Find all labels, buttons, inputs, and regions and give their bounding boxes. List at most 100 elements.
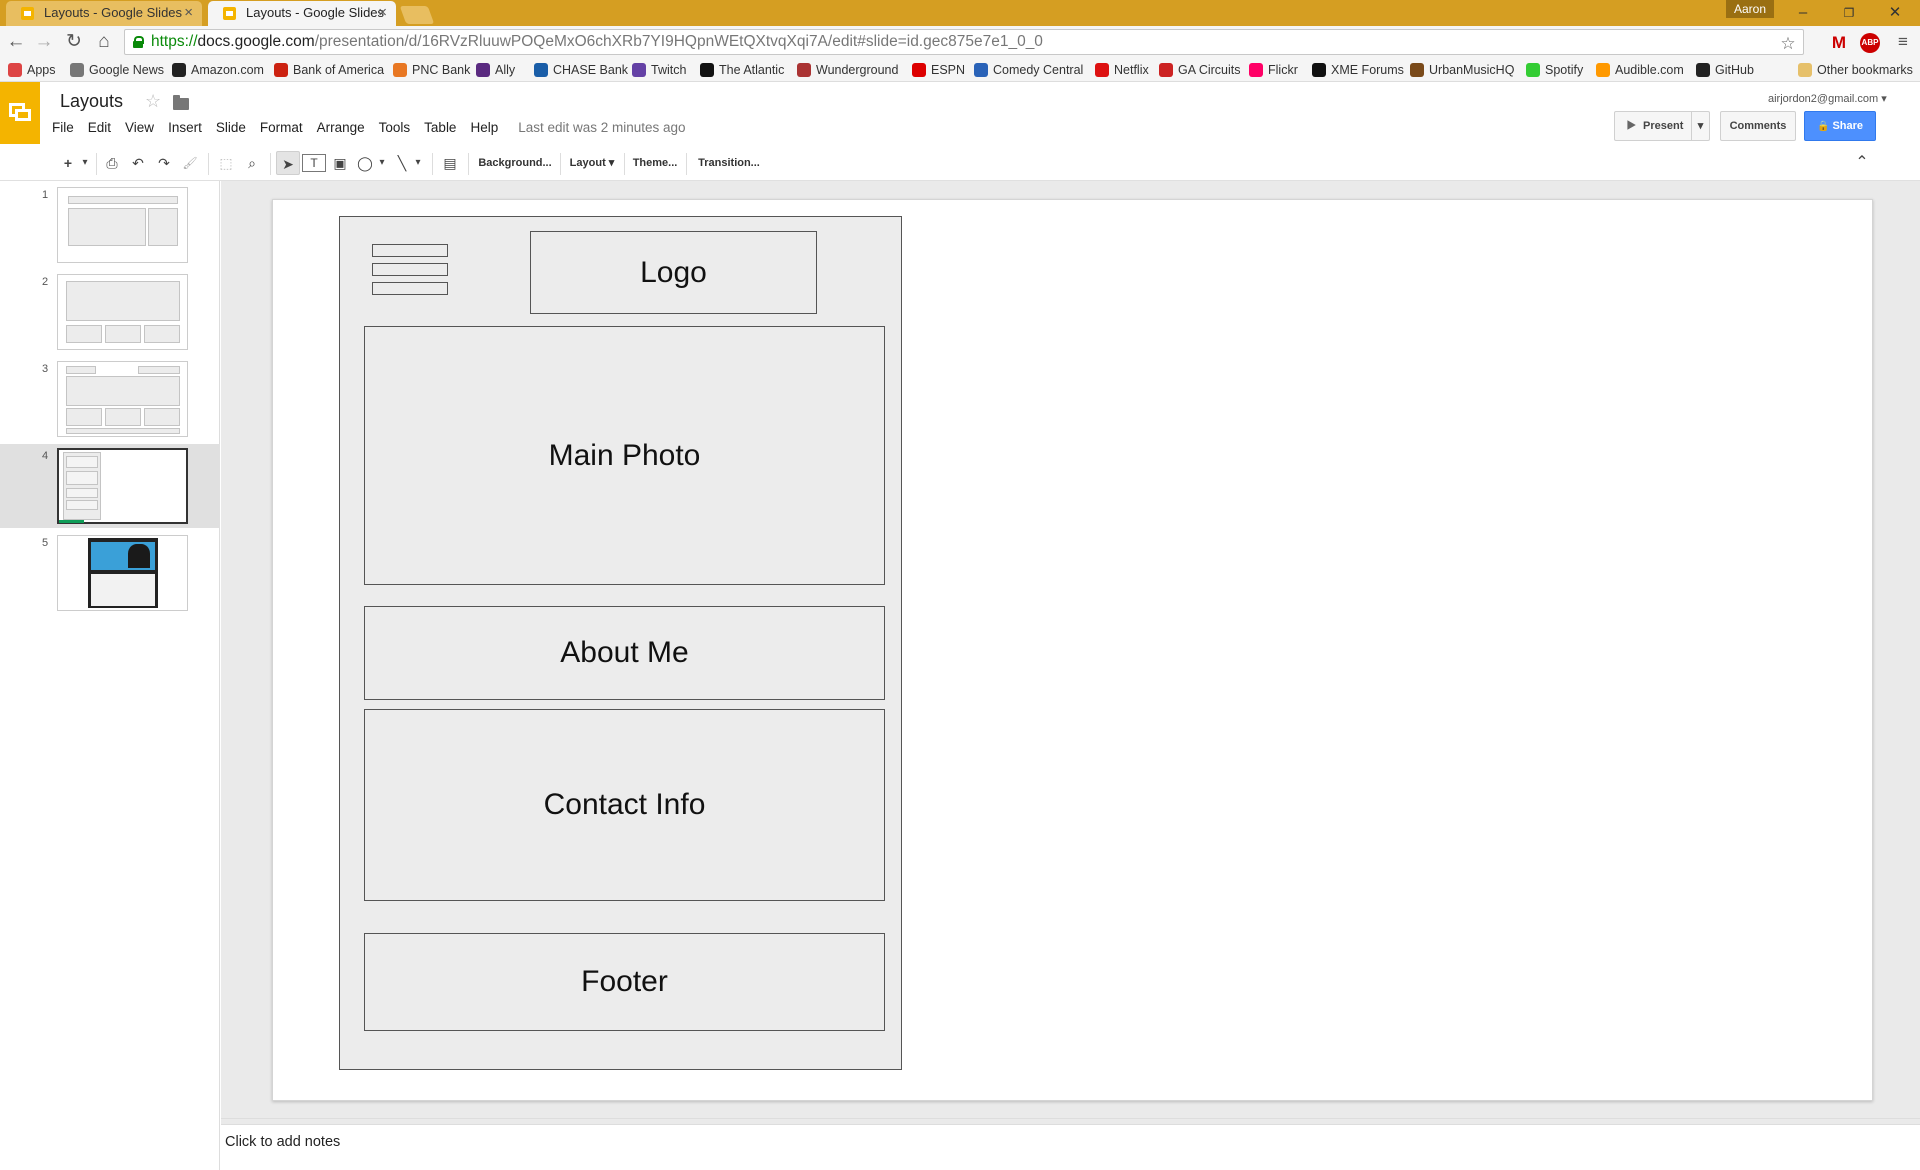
menu-help[interactable]: Help [470,120,498,135]
minimize-icon[interactable]: – [1780,0,1826,26]
adblock-icon[interactable]: ABP [1860,33,1880,53]
theme-button[interactable]: Theme... [628,151,682,175]
bookmark-label: GA Circuits [1178,63,1241,77]
chrome-menu-icon[interactable]: ≡ [1892,31,1914,53]
collapse-menus-icon[interactable]: ⌃ [1850,151,1874,175]
hamburger-line[interactable] [372,282,448,295]
menu-bar: File Edit View Insert Slide Format Arrange Tool… [52,120,700,135]
comment-icon[interactable]: ▤ [438,151,462,175]
image-icon[interactable]: ▣ [328,151,352,175]
menu-insert[interactable]: Insert [168,120,202,135]
bookmark-item[interactable]: Apps [8,61,56,79]
print-icon[interactable]: ⎙ [100,151,124,175]
bookmark-item[interactable]: Comedy Central [974,61,1083,79]
tab-close-icon[interactable]: × [378,1,387,25]
filmstrip-slide-1[interactable]: 1 [0,183,220,267]
undo-icon[interactable]: ↶ [126,151,150,175]
menu-table[interactable]: Table [424,120,456,135]
browser-tab[interactable]: Layouts - Google Slides × [6,1,202,26]
bookmark-item[interactable]: UrbanMusicHQ [1410,61,1514,79]
bookmark-item[interactable]: Bank of America [274,61,384,79]
star-icon[interactable]: ☆ [145,91,161,112]
gmail-icon[interactable]: M [1828,32,1850,54]
slides-logo-icon[interactable] [0,82,40,144]
share-button[interactable]: 🔒 Share [1804,111,1876,141]
present-dropdown-icon[interactable]: ▾ [1691,112,1709,140]
new-slide-dropdown-icon[interactable]: ▾ [78,151,92,175]
menu-file[interactable]: File [52,120,74,135]
tab-close-icon[interactable]: × [184,1,193,25]
bookmark-item[interactable]: Flickr [1249,61,1298,79]
home-icon[interactable]: ⌂ [92,29,116,55]
hamburger-line[interactable] [372,244,448,257]
bookmark-item[interactable]: GitHub [1696,61,1754,79]
slide-thumbnail [57,535,188,611]
menu-slide[interactable]: Slide [216,120,246,135]
present-button[interactable]: Present ▾ [1614,111,1710,141]
redo-icon[interactable]: ↷ [152,151,176,175]
address-bar[interactable]: https://docs.google.com/presentation/d/1… [124,29,1804,55]
forward-icon[interactable]: → [32,29,56,55]
bookmark-item[interactable]: Amazon.com [172,61,264,79]
back-icon[interactable]: ← [4,29,28,55]
bookmark-item[interactable]: CHASE Bank [534,61,628,79]
shape-icon[interactable]: ◯ [354,151,376,175]
bookmark-item[interactable]: PNC Bank [393,61,470,79]
main-photo-box[interactable]: Main Photo [364,326,885,585]
bookmark-item[interactable]: GA Circuits [1159,61,1241,79]
bookmark-item[interactable]: Netflix [1095,61,1149,79]
close-window-icon[interactable]: ✕ [1872,0,1918,26]
menu-format[interactable]: Format [260,120,303,135]
bookmark-item[interactable]: XME Forums [1312,61,1404,79]
last-edit-status[interactable]: Last edit was 2 minutes ago [518,120,685,135]
zoom-fit-icon[interactable]: ⬚ [214,151,238,175]
document-title[interactable]: Layouts [60,91,123,112]
reload-icon[interactable]: ↻ [62,29,86,55]
select-tool-icon[interactable]: ➤ [276,151,300,175]
filmstrip-slide-4[interactable]: 4 [0,444,220,528]
bookmark-item[interactable]: Google News [70,61,164,79]
other-bookmarks[interactable]: Other bookmarks [1798,61,1913,79]
shape-dropdown-icon[interactable]: ▾ [376,151,388,175]
folder-icon[interactable] [173,95,189,110]
filmstrip-slide-2[interactable]: 2 [0,270,220,354]
background-button[interactable]: Background... [474,151,556,175]
account-email[interactable]: airjordon2@gmail.com ▾ [1768,92,1887,105]
bookmark-item[interactable]: The Atlantic [700,61,784,79]
bookmark-item[interactable]: Twitch [632,61,686,79]
filmstrip-slide-5[interactable]: 5 [0,531,220,615]
speaker-notes[interactable]: Click to add notes [221,1124,1920,1170]
menu-tools[interactable]: Tools [379,120,411,135]
bookmark-item[interactable]: ESPN [912,61,965,79]
bookmark-star-icon[interactable]: ☆ [1777,33,1799,55]
filmstrip-slide-3[interactable]: 3 [0,357,220,441]
new-tab-button[interactable] [399,6,435,24]
line-dropdown-icon[interactable]: ▾ [412,151,424,175]
line-icon[interactable]: ╲ [392,151,412,175]
bookmark-item[interactable]: Spotify [1526,61,1583,79]
about-me-box[interactable]: About Me [364,606,885,700]
textbox-icon[interactable]: T [302,154,326,172]
restore-icon[interactable]: ❐ [1826,0,1872,26]
slide-canvas[interactable]: Logo Main Photo About Me Contact Info Fo… [272,199,1873,1101]
bookmark-item[interactable]: Ally [476,61,515,79]
menu-edit[interactable]: Edit [88,120,111,135]
new-slide-icon[interactable]: + [58,151,78,175]
footer-box[interactable]: Footer [364,933,885,1031]
transition-button[interactable]: Transition... [692,151,766,175]
profile-chip[interactable]: Aaron [1726,0,1774,18]
layout-button[interactable]: Layout ▾ [564,151,620,175]
zoom-icon[interactable]: ⌕ [240,151,264,175]
logo-box[interactable]: Logo [530,231,817,314]
paint-format-icon[interactable]: 🖌 [178,151,202,175]
bookmark-label: Wunderground [816,63,899,77]
bookmark-item[interactable]: Wunderground [797,61,898,79]
menu-arrange[interactable]: Arrange [317,120,365,135]
contact-info-box[interactable]: Contact Info [364,709,885,901]
bookmark-item[interactable]: Audible.com [1596,61,1684,79]
hamburger-line[interactable] [372,263,448,276]
browser-tab-active[interactable]: Layouts - Google Slides × [208,1,396,26]
wireframe-page[interactable]: Logo Main Photo About Me Contact Info Fo… [339,216,902,1070]
comments-button[interactable]: Comments [1720,111,1796,141]
menu-view[interactable]: View [125,120,154,135]
